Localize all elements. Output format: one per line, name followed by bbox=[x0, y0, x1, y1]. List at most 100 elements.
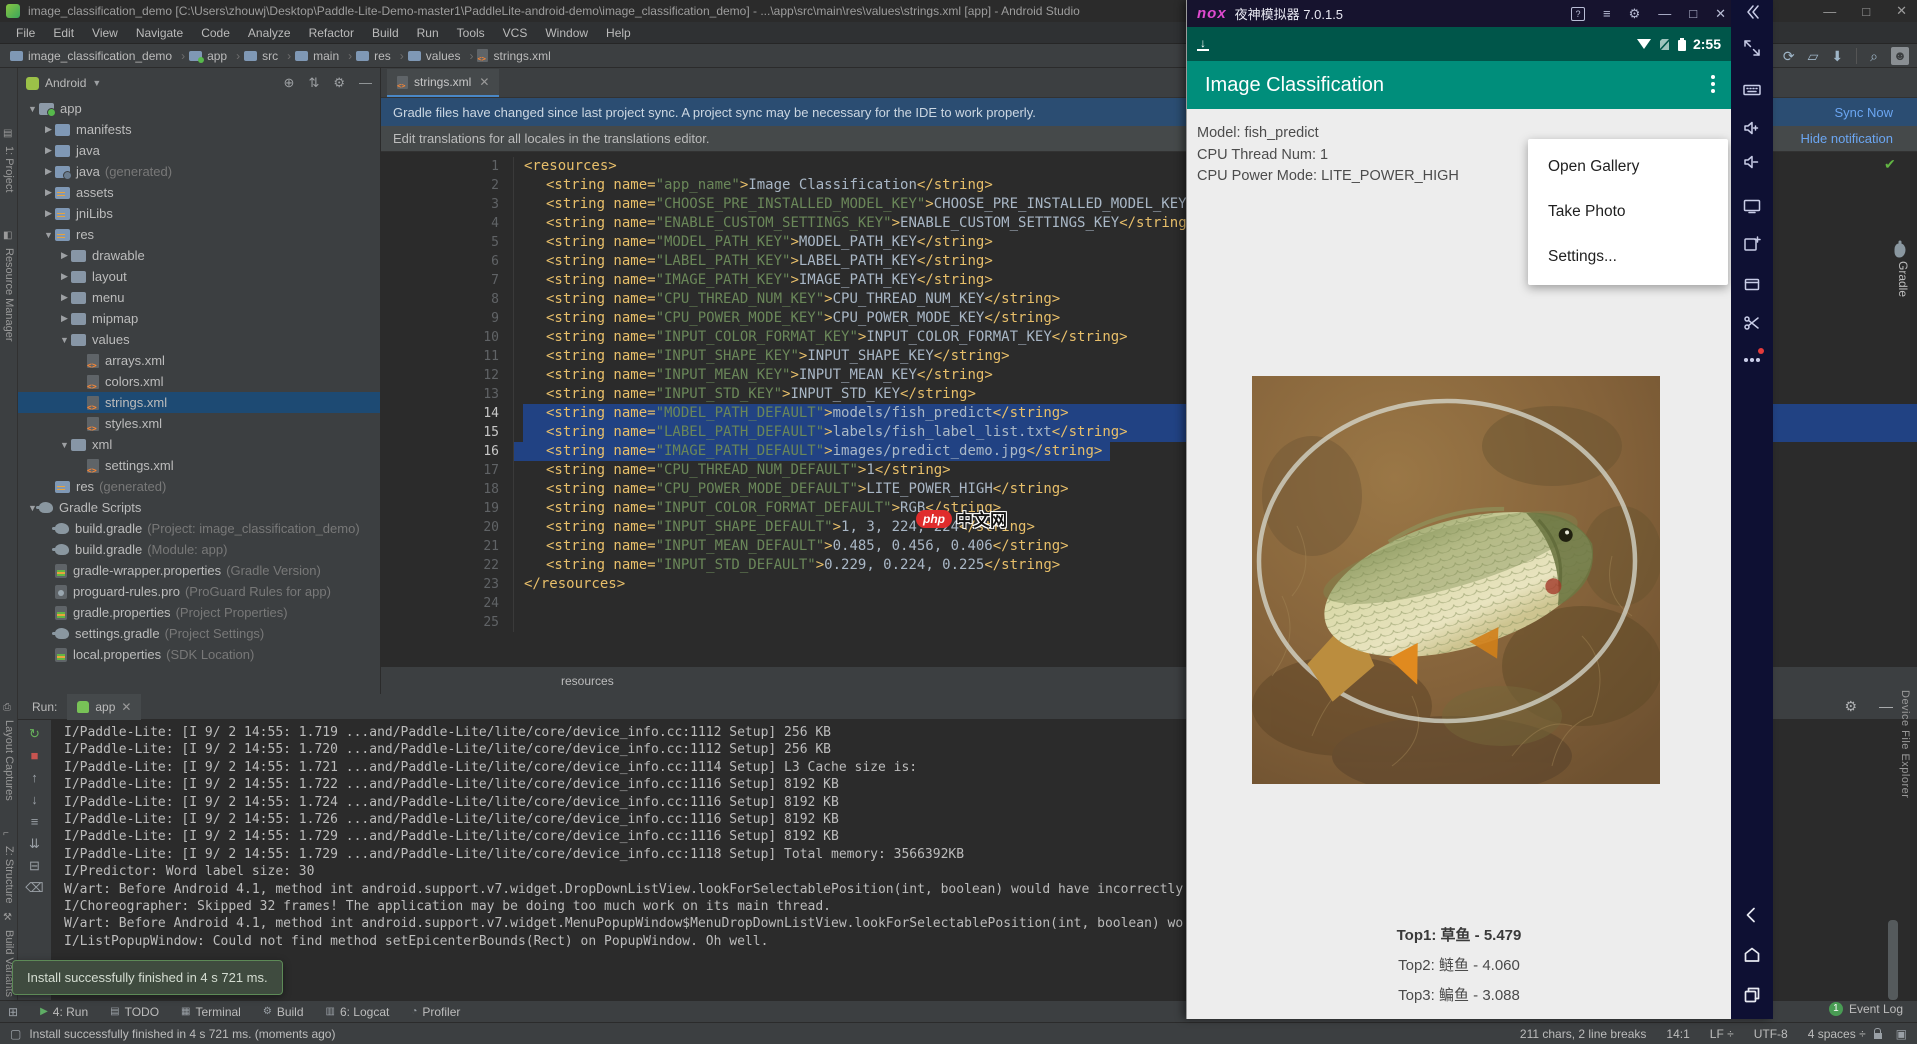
scroll-to-end-icon[interactable]: ⇊ bbox=[29, 836, 40, 851]
tree-item-app[interactable]: ▼app bbox=[18, 98, 380, 119]
event-log-button[interactable]: 1 Event Log bbox=[1829, 1002, 1903, 1016]
tree-item-jnilibs[interactable]: ▶jniLibs bbox=[18, 203, 380, 224]
print-icon[interactable]: ⊟ bbox=[29, 858, 40, 873]
status-widget[interactable]: 4 spaces ÷ bbox=[1808, 1027, 1866, 1041]
run-tab-app[interactable]: app ✕ bbox=[67, 694, 141, 720]
hide-panel-icon[interactable]: — bbox=[359, 75, 372, 91]
overflow-menu-icon[interactable] bbox=[1711, 75, 1715, 93]
breadcrumb-src[interactable]: src› bbox=[244, 49, 291, 63]
screen-icon[interactable] bbox=[1742, 196, 1762, 216]
window-close-button[interactable]: ✕ bbox=[1896, 3, 1907, 19]
collapse-all-icon[interactable]: ⇅ bbox=[308, 75, 319, 91]
tree-item-strings-xml[interactable]: strings.xml bbox=[18, 392, 380, 413]
nav-back-icon[interactable] bbox=[1742, 905, 1762, 925]
tree-item-local-properties[interactable]: local.properties(SDK Location) bbox=[18, 644, 380, 665]
volume-down-icon[interactable] bbox=[1742, 152, 1762, 172]
tree-item-values[interactable]: ▼values bbox=[18, 329, 380, 350]
tool-window-button-todo[interactable]: ▤TODO bbox=[110, 1005, 159, 1019]
status-widget[interactable]: 14:1 bbox=[1666, 1027, 1689, 1041]
toolbar-gradle-sync-icon[interactable]: ⟳ bbox=[1783, 48, 1795, 65]
more-icon[interactable] bbox=[1742, 350, 1762, 370]
tree-item-java[interactable]: ▶java bbox=[18, 140, 380, 161]
tool-window-button-logcat[interactable]: ▥6: Logcat bbox=[326, 1005, 390, 1019]
close-icon[interactable]: ✕ bbox=[1715, 6, 1726, 22]
tree-item-settings-gradle[interactable]: settings.gradle(Project Settings) bbox=[18, 623, 380, 644]
expanded-arrow-icon[interactable]: ▼ bbox=[26, 104, 39, 114]
nav-recents-icon[interactable] bbox=[1742, 985, 1762, 1005]
tree-item-drawable[interactable]: ▶drawable bbox=[18, 245, 380, 266]
toolbar-sdk-manager-icon[interactable]: ⬇ bbox=[1831, 48, 1843, 65]
collapsed-arrow-icon[interactable]: ▶ bbox=[42, 187, 55, 198]
tree-item-xml[interactable]: ▼xml bbox=[18, 434, 380, 455]
maximize-icon[interactable]: □ bbox=[1689, 6, 1697, 21]
menu-window[interactable]: Window bbox=[537, 24, 596, 42]
console-scrollbar[interactable] bbox=[1888, 920, 1898, 1000]
keyboard-icon[interactable] bbox=[1742, 80, 1762, 100]
run-console[interactable]: I/Paddle-Lite: [I 9/ 2 14:55: 1.719 ...a… bbox=[64, 724, 1184, 994]
menu-build[interactable]: Build bbox=[364, 24, 407, 42]
tree-item-gradle-scripts[interactable]: ▼Gradle Scripts bbox=[18, 497, 380, 518]
collapsed-arrow-icon[interactable]: ▶ bbox=[42, 124, 55, 135]
menu-item-settings-[interactable]: Settings... bbox=[1528, 234, 1728, 279]
lock-icon[interactable] bbox=[1874, 1033, 1882, 1039]
tree-item-build-gradle[interactable]: build.gradle(Module: app) bbox=[18, 539, 380, 560]
menu-icon[interactable]: ≡ bbox=[1603, 6, 1611, 21]
status-widget[interactable]: 211 chars, 2 line breaks bbox=[1520, 1027, 1647, 1041]
tool-strip-1-project[interactable]: 1: Project bbox=[3, 146, 15, 192]
clear-all-icon[interactable]: ⌫ bbox=[25, 880, 43, 895]
menu-analyze[interactable]: Analyze bbox=[240, 24, 299, 42]
expanded-arrow-icon[interactable]: ▼ bbox=[42, 230, 55, 240]
tool-window-button-profiler[interactable]: ◔Profiler bbox=[411, 1005, 460, 1019]
tool-windows-grid-icon[interactable]: ⊞ bbox=[8, 1005, 18, 1019]
tree-item-res[interactable]: ▼res bbox=[18, 224, 380, 245]
collapsed-arrow-icon[interactable]: ▶ bbox=[42, 208, 55, 219]
expanded-arrow-icon[interactable]: ▼ bbox=[58, 335, 71, 345]
tree-item-java[interactable]: ▶java(generated) bbox=[18, 161, 380, 182]
tree-item-colors-xml[interactable]: colors.xml bbox=[18, 371, 380, 392]
menu-vcs[interactable]: VCS bbox=[495, 24, 536, 42]
status-widget[interactable]: LF ÷ bbox=[1710, 1027, 1734, 1041]
gear-icon[interactable]: ⚙ bbox=[333, 75, 345, 91]
breadcrumb-resources[interactable]: resources bbox=[561, 674, 614, 688]
app-window-icon[interactable] bbox=[1742, 274, 1762, 294]
breadcrumb-main[interactable]: main› bbox=[295, 49, 352, 63]
help-icon[interactable]: ? bbox=[1571, 7, 1585, 21]
tool-strip-layout-captures[interactable]: Layout Captures bbox=[3, 720, 15, 801]
menu-tools[interactable]: Tools bbox=[449, 24, 493, 42]
breadcrumb-values[interactable]: values› bbox=[408, 49, 474, 63]
menu-file[interactable]: File bbox=[8, 24, 43, 42]
tool-window-button-terminal[interactable]: ▦Terminal bbox=[181, 1005, 241, 1019]
tool-window-button-build[interactable]: ⚙Build bbox=[263, 1005, 304, 1019]
menu-edit[interactable]: Edit bbox=[45, 24, 82, 42]
prev-occurrence-icon[interactable]: ↑ bbox=[31, 770, 38, 785]
collapsed-arrow-icon[interactable]: ▶ bbox=[58, 250, 71, 261]
tree-item-build-gradle[interactable]: build.gradle(Project: image_classificati… bbox=[18, 518, 380, 539]
toolbar-search-icon[interactable]: ⌕ bbox=[1870, 48, 1878, 65]
window-maximize-button[interactable]: □ bbox=[1862, 4, 1870, 19]
menu-run[interactable]: Run bbox=[409, 24, 447, 42]
tree-item-menu[interactable]: ▶menu bbox=[18, 287, 380, 308]
tree-item-proguard-rules-pro[interactable]: proguard-rules.pro(ProGuard Rules for ap… bbox=[18, 581, 380, 602]
collapsed-arrow-icon[interactable]: ▶ bbox=[58, 313, 71, 324]
breadcrumb-app[interactable]: app› bbox=[189, 49, 240, 63]
tree-item-assets[interactable]: ▶assets bbox=[18, 182, 380, 203]
window-minimize-button[interactable]: — bbox=[1823, 4, 1836, 19]
minimize-icon[interactable]: — bbox=[1658, 6, 1671, 21]
collapsed-arrow-icon[interactable]: ▶ bbox=[58, 292, 71, 303]
menu-help[interactable]: Help bbox=[598, 24, 639, 42]
settings-gear-icon[interactable]: ⚙ bbox=[1629, 6, 1641, 22]
tree-item-styles-xml[interactable]: styles.xml bbox=[18, 413, 380, 434]
tree-item-manifests[interactable]: ▶manifests bbox=[18, 119, 380, 140]
menu-item-open-gallery[interactable]: Open Gallery bbox=[1528, 144, 1728, 189]
tool-strip-z-structure[interactable]: Z: Structure bbox=[3, 846, 15, 903]
tool-strip-resource-manager[interactable]: Resource Manager bbox=[3, 248, 15, 342]
fullscreen-icon[interactable] bbox=[1742, 38, 1762, 58]
run-settings-gear-icon[interactable]: ⚙ bbox=[1844, 698, 1857, 715]
breadcrumb-image_classification_demo[interactable]: image_classification_demo› bbox=[10, 49, 185, 63]
next-occurrence-icon[interactable]: ↓ bbox=[31, 792, 38, 807]
rerun-icon[interactable]: ↻ bbox=[29, 726, 40, 741]
toolbar-avatar-icon[interactable]: ☻ bbox=[1891, 47, 1909, 65]
toolbar-avd-manager-icon[interactable]: ▱ bbox=[1808, 48, 1819, 65]
screenshot-icon[interactable] bbox=[1742, 313, 1762, 333]
close-tab-icon[interactable]: ✕ bbox=[479, 75, 489, 89]
